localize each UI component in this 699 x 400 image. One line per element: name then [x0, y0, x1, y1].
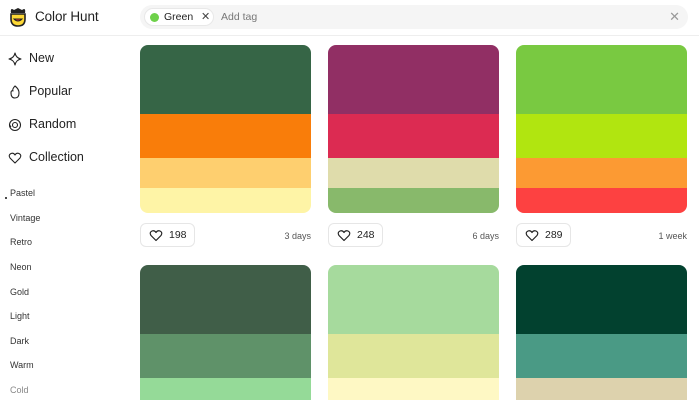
tag-color-dot: [150, 13, 159, 22]
nav-item-new[interactable]: New: [0, 46, 120, 72]
palette-color[interactable]: [328, 265, 499, 334]
palette-color[interactable]: [328, 114, 499, 158]
nav-label-random: Random: [29, 117, 77, 131]
palette-color[interactable]: [516, 188, 687, 213]
sidebar-tag-light[interactable]: Light: [10, 311, 30, 321]
palette-swatches[interactable]: [516, 45, 687, 213]
like-button[interactable]: 248: [328, 223, 383, 247]
sidebar-tag-neon[interactable]: Neon: [10, 262, 32, 272]
sparkle-icon: [8, 52, 22, 66]
like-button[interactable]: 198: [140, 223, 195, 247]
palette-color[interactable]: [140, 265, 311, 334]
palette-card: 248 6 days: [328, 45, 499, 249]
nav-label-popular: Popular: [29, 84, 73, 98]
palette-age: 3 days: [284, 231, 311, 241]
palette-swatches[interactable]: [328, 45, 499, 213]
clear-search-icon[interactable]: ✕: [669, 9, 680, 25]
palette-color[interactable]: [516, 334, 687, 378]
palette-color[interactable]: [140, 114, 311, 158]
tag-search-bar[interactable]: Green ✕ ✕: [140, 5, 688, 29]
active-tag-chip[interactable]: Green ✕: [144, 8, 214, 26]
palette-color[interactable]: [516, 265, 687, 334]
like-count: 289: [545, 229, 563, 241]
sidebar-tag-vintage[interactable]: Vintage: [10, 213, 40, 223]
flame-icon: [10, 85, 20, 99]
palette-color[interactable]: [516, 45, 687, 114]
palette-color[interactable]: [516, 378, 687, 400]
remove-tag-icon[interactable]: ✕: [201, 10, 210, 23]
nav-label-new: New: [29, 51, 55, 65]
sidebar-tag-retro[interactable]: Retro: [10, 237, 32, 247]
palette-card: [516, 265, 687, 400]
palette-card: 289 1 week: [516, 45, 687, 249]
palette-color[interactable]: [140, 45, 311, 114]
sidebar-tag-cold[interactable]: Cold: [10, 385, 29, 395]
heart-icon: [149, 230, 163, 242]
palette-color[interactable]: [328, 334, 499, 378]
palette-color[interactable]: [328, 188, 499, 213]
shuffle-icon: [8, 118, 22, 132]
palette-color[interactable]: [516, 158, 687, 188]
palette-swatches[interactable]: [516, 265, 687, 400]
like-count: 248: [357, 229, 375, 241]
heart-icon: [525, 230, 539, 242]
palette-color[interactable]: [516, 114, 687, 158]
palette-age: 1 week: [658, 231, 687, 241]
palette-age: 6 days: [472, 231, 499, 241]
palette-color[interactable]: [140, 188, 311, 213]
palette-color[interactable]: [140, 334, 311, 378]
like-count: 198: [169, 229, 187, 241]
palette-card: [328, 265, 499, 400]
sidebar-tag-warm[interactable]: Warm: [10, 360, 34, 370]
palette-color[interactable]: [328, 378, 499, 400]
active-tag-label: Green: [164, 11, 194, 23]
nav-label-collection: Collection: [29, 150, 84, 164]
heart-icon: [8, 152, 22, 164]
sidebar-tag-dark[interactable]: Dark: [10, 336, 29, 346]
palette-swatches[interactable]: [140, 45, 311, 213]
palette-color[interactable]: [328, 45, 499, 114]
palette-color[interactable]: [140, 378, 311, 400]
brand-name[interactable]: Color Hunt: [35, 9, 99, 24]
nav-item-random[interactable]: Random: [0, 112, 120, 138]
palette-card: [140, 265, 311, 400]
nav-item-collection[interactable]: Collection: [0, 145, 120, 171]
palette-color[interactable]: [140, 158, 311, 188]
heart-icon: [337, 230, 351, 242]
like-button[interactable]: 289: [516, 223, 571, 247]
sidebar-tag-gold[interactable]: Gold: [10, 287, 29, 297]
palette-swatches[interactable]: [328, 265, 499, 400]
color-hunt-logo-icon[interactable]: [8, 6, 28, 28]
sidebar-tag-pastel[interactable]: Pastel: [10, 188, 35, 198]
sidebar: New Popular Random Collection Pastel Vin…: [0, 36, 120, 400]
top-bar: Color Hunt Green ✕ ✕: [0, 0, 699, 36]
cursor-dot: [5, 197, 7, 199]
nav-item-popular[interactable]: Popular: [0, 79, 120, 105]
palette-card: 198 3 days: [140, 45, 311, 249]
palette-color[interactable]: [328, 158, 499, 188]
palette-swatches[interactable]: [140, 265, 311, 400]
add-tag-input[interactable]: [221, 7, 521, 27]
